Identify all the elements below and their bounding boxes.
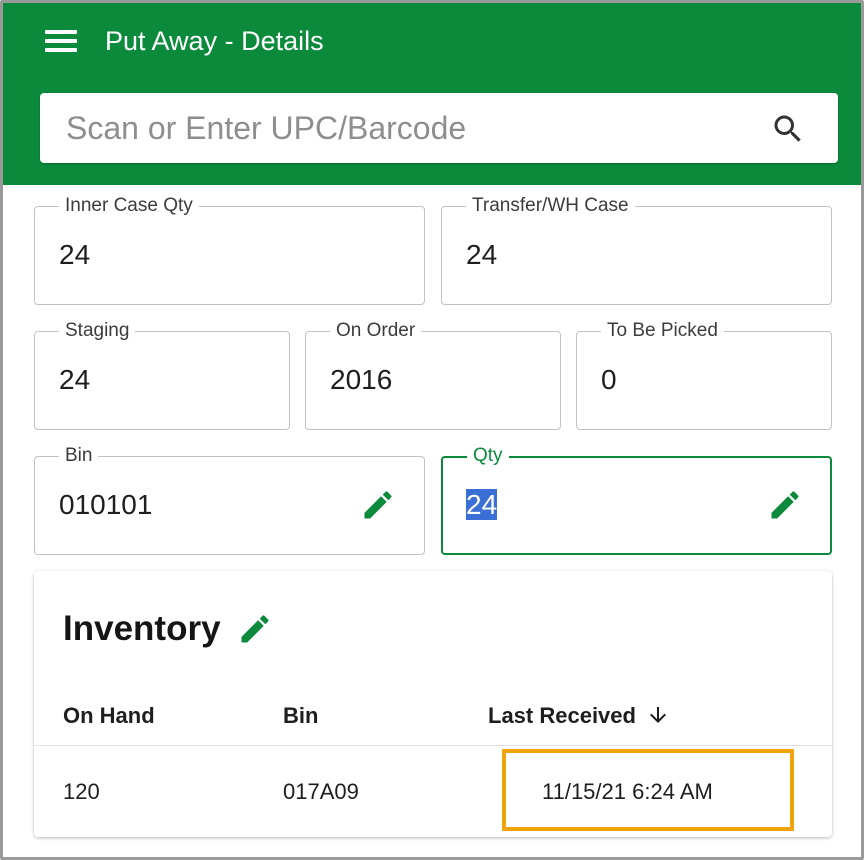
field-label: Transfer/WH Case xyxy=(466,194,635,218)
field-label: Qty xyxy=(467,444,509,468)
search-icon[interactable] xyxy=(770,111,806,147)
bin-input[interactable]: 010101 xyxy=(59,487,152,523)
pencil-icon[interactable] xyxy=(767,487,803,523)
arrow-down-icon xyxy=(649,707,666,723)
transfer-wh-case-field: Transfer/WH Case 24 xyxy=(441,194,832,305)
search-input[interactable] xyxy=(66,105,756,151)
pencil-icon[interactable] xyxy=(360,487,396,523)
field-value: 24 xyxy=(59,239,91,270)
field-label: Staging xyxy=(59,319,136,343)
qty-input[interactable]: 24 xyxy=(466,487,498,523)
pencil-icon[interactable] xyxy=(237,611,273,647)
bin-field[interactable]: Bin 010101 xyxy=(34,444,425,555)
column-header-on-hand[interactable]: On Hand xyxy=(63,701,155,731)
inner-case-qty-field: Inner Case Qty 24 xyxy=(34,194,425,305)
search-bar xyxy=(40,93,838,163)
app-frame: Put Away - Details Inner Case Qty 24 Tra… xyxy=(0,0,864,860)
page-title: Put Away - Details xyxy=(105,26,324,56)
field-value: 24 xyxy=(59,364,91,395)
selected-text: 24 xyxy=(466,489,498,520)
column-header-label: Last Received xyxy=(488,703,636,728)
field-value: 2016 xyxy=(330,364,393,395)
staging-field: Staging 24 xyxy=(34,319,290,430)
inventory-title: Inventory xyxy=(63,609,221,648)
field-label: To Be Picked xyxy=(601,319,724,343)
qty-field[interactable]: Qty 24 xyxy=(441,444,832,555)
field-label: Bin xyxy=(59,444,99,468)
column-header-last-received[interactable]: Last Received xyxy=(488,701,670,731)
field-value: 24 xyxy=(466,239,498,270)
menu-icon[interactable] xyxy=(43,27,79,57)
table-cell-on-hand: 120 xyxy=(63,779,100,804)
highlight-box xyxy=(502,749,794,831)
table-divider xyxy=(34,745,832,746)
to-be-picked-field: To Be Picked 0 xyxy=(576,319,832,430)
field-label: Inner Case Qty xyxy=(59,194,199,218)
field-label: On Order xyxy=(330,319,422,343)
column-header-bin[interactable]: Bin xyxy=(283,701,318,731)
inventory-card: Inventory On Hand Bin Last Received 120 … xyxy=(34,571,832,837)
app-bar: Put Away - Details xyxy=(3,3,861,185)
on-order-field: On Order 2016 xyxy=(305,319,561,430)
field-value: 0 xyxy=(601,364,617,395)
table-cell-bin: 017A09 xyxy=(283,779,359,804)
